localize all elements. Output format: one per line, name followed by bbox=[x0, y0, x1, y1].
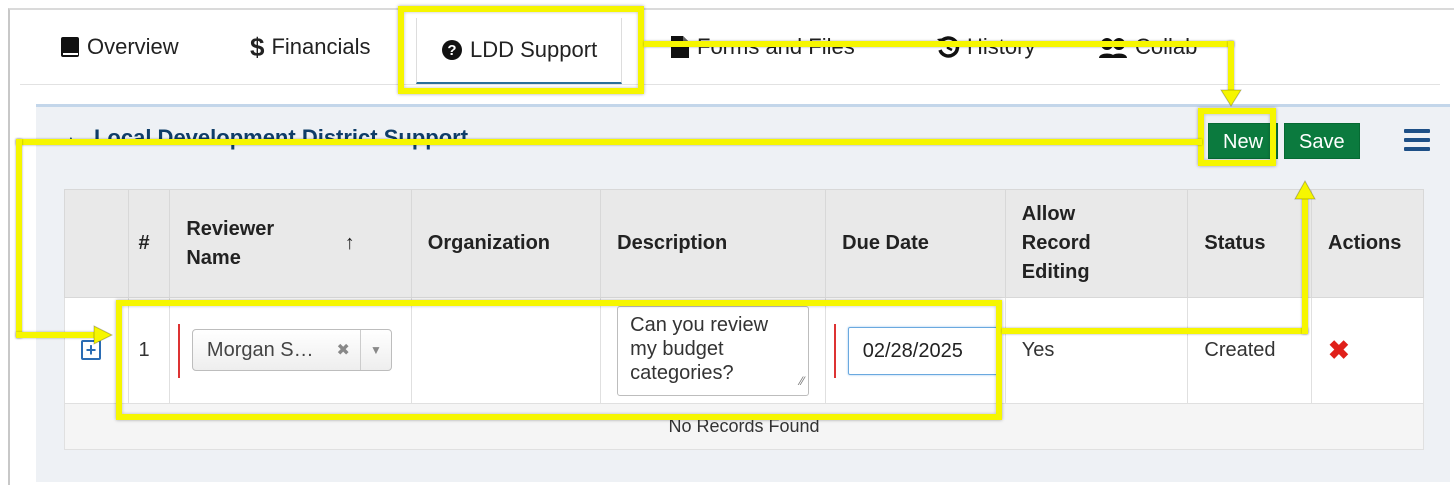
highlight-box-new-button bbox=[1198, 108, 1276, 166]
history-icon bbox=[936, 35, 960, 59]
tab-history[interactable]: History bbox=[936, 18, 1035, 76]
annotation-line bbox=[16, 139, 1202, 145]
tab-overview[interactable]: Overview bbox=[60, 18, 179, 76]
tab-forms-and-files[interactable]: Forms and Files bbox=[670, 18, 855, 76]
header-reviewer-line1: Reviewer bbox=[186, 217, 275, 240]
save-button[interactable]: Save bbox=[1284, 123, 1360, 159]
header-allow-line1: Allow bbox=[1021, 203, 1076, 225]
row-actions-cell: ✖ bbox=[1311, 297, 1424, 404]
tab-label: Forms and Files bbox=[697, 34, 855, 60]
annotation-line bbox=[644, 41, 1234, 47]
annotation-line bbox=[16, 139, 22, 338]
annotation-line bbox=[16, 332, 96, 338]
header-due-date[interactable]: Due Date bbox=[825, 189, 1006, 298]
header-row: # Reviewer Name ↑ Organization Descriptio… bbox=[64, 189, 1424, 298]
tab-label: History bbox=[967, 34, 1035, 60]
tab-financials[interactable]: $ Financials bbox=[250, 18, 371, 76]
users-icon bbox=[1098, 36, 1128, 58]
annotation-arrow bbox=[1220, 89, 1242, 107]
annotation-line bbox=[1228, 41, 1234, 93]
highlight-box-row bbox=[116, 300, 1002, 420]
header-expand bbox=[64, 189, 129, 298]
header-description[interactable]: Description bbox=[600, 189, 827, 298]
header-organization[interactable]: Organization bbox=[410, 189, 602, 298]
annotation-arrow bbox=[93, 325, 114, 345]
header-number: # bbox=[127, 189, 171, 298]
tab-label: Collab bbox=[1135, 34, 1197, 60]
tab-label: Overview bbox=[87, 34, 179, 59]
annotation-arrow bbox=[1294, 180, 1316, 200]
row-status: Created bbox=[1187, 297, 1313, 404]
annotation-line bbox=[1302, 196, 1308, 334]
dollar-icon: $ bbox=[250, 31, 265, 62]
tab-collab[interactable]: Collab bbox=[1098, 18, 1197, 76]
header-status[interactable]: Status bbox=[1187, 189, 1313, 298]
book-icon bbox=[60, 36, 80, 58]
header-allow-record-editing[interactable]: Allow Record Editing bbox=[1004, 189, 1189, 298]
hamburger-icon[interactable] bbox=[1404, 129, 1430, 151]
row-allow-editing: Yes bbox=[1004, 297, 1189, 404]
header-reviewer-name[interactable]: Reviewer Name ↑ bbox=[169, 189, 412, 298]
header-allow-line3: Editing bbox=[1021, 261, 1090, 283]
header-actions: Actions bbox=[1311, 189, 1424, 298]
tab-bar: Overview $ Financials ? LDD Support Form… bbox=[20, 18, 1440, 85]
tab-label: Financials bbox=[271, 34, 371, 59]
file-icon bbox=[670, 35, 690, 59]
sort-ascending-icon: ↑ bbox=[344, 232, 355, 254]
annotation-line bbox=[1002, 328, 1308, 334]
panel-title-text: Local Development District Support bbox=[93, 125, 469, 150]
header-allow-line2: Record bbox=[1021, 232, 1091, 254]
delete-x-icon[interactable]: ✖ bbox=[1328, 335, 1350, 365]
highlight-box-ldd-tab bbox=[398, 6, 644, 94]
header-reviewer-line2: Name bbox=[186, 246, 241, 269]
panel-title[interactable]: ▲ Local Development District Support bbox=[64, 125, 468, 151]
